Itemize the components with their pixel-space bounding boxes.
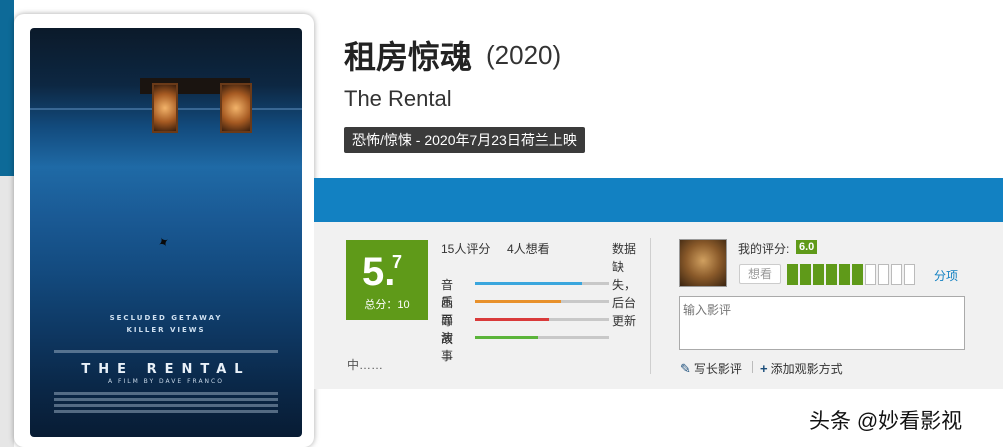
movie-poster[interactable]: ✦ SECLUDED GETAWAY KILLER VIEWS THE RENT… [30,28,302,437]
poster-house-window-right [220,83,252,133]
data-note-line-2: 缺 [612,260,625,274]
score-integer: 5. [362,250,396,294]
action-separator [752,361,753,373]
poster-credit: A FILM BY DAVE FRANCO [108,378,224,385]
summary-text: 中…… [347,358,384,372]
nav-images[interactable]: 4 张图片 [433,0,485,44]
add-viewing-method-link[interactable]: + 添加观影方式 [760,360,843,377]
bar-fill-story [475,336,538,339]
my-score-label: 我的评分: [738,242,790,256]
score-total-label: 总分：10 [364,299,410,311]
poster-billing-block-4 [54,410,278,413]
user-avatar[interactable] [679,239,727,287]
bar-label-story: 故事 [441,332,454,363]
poster-title: THE RENTAL [81,362,251,377]
movie-title-en: The Rental [344,86,452,111]
data-note-line-4: 后台 [612,296,637,310]
write-review-link[interactable]: ✎ 写长影评 [680,360,742,377]
poster-tagline-1: SECLUDED GETAWAY [109,314,223,322]
nav-cast-count: 35 [512,12,533,32]
poster-diver-figure: ✦ [154,232,173,252]
nav-news[interactable]: 3 条新闻 [695,0,747,44]
nav-more-label: 更多 [775,14,802,29]
review-input[interactable] [679,296,965,350]
score-star-8[interactable] [878,264,889,285]
score-star-4[interactable] [826,264,837,285]
nav-videos[interactable]: 1 个视频 [355,0,407,44]
want-count: 4人想看 [507,242,550,256]
score-decimal: 7 [392,252,403,272]
nav-cast[interactable]: 35 位演职员 [512,0,587,44]
poster-card[interactable]: ✦ SECLUDED GETAWAY KILLER VIEWS THE RENT… [14,14,314,447]
data-note-line-1: 数据 [612,242,637,256]
score-star-3[interactable] [813,264,824,285]
nav-cast-label: 位演职员 [535,16,588,31]
plus-icon: + [760,361,768,376]
nav-videos-count: 1 [355,12,366,32]
poster-billing-block-3 [54,404,278,407]
poster-billing-block-2 [54,398,278,401]
poster-billing-block-1 [54,392,278,395]
bar-fill-visuals [475,300,561,303]
score-star-10[interactable] [904,264,915,285]
bar-fill-music [475,282,583,285]
nav-reviews-count: 4 [616,12,627,32]
nav-reviews[interactable]: 4 条影评 [616,0,668,44]
data-note-line-3: 失， [612,278,637,292]
nav-more-dropdown[interactable]: 更多 [775,0,814,44]
write-review-label: 写长影评 [693,362,742,376]
score-star-6[interactable] [852,264,863,285]
bar-track-music [475,282,609,285]
nav-reviews-label: 条影评 [629,16,669,31]
pencil-icon: ✎ [680,361,691,376]
score-star-2[interactable] [800,264,811,285]
detailed-score-link[interactable]: 分项 [934,267,958,284]
add-viewing-method-label: 添加观影方式 [770,362,843,376]
score-star-picker[interactable] [787,264,915,285]
nav-images-label: 张图片 [446,16,486,31]
poster-cast-billing [54,350,278,353]
genre-release-tag: 恐怖/惊悚 - 2020年7月23日荷兰上映 [344,127,585,153]
poster-house-window-left [152,83,178,133]
score-star-7[interactable] [865,264,876,285]
score-box: 5. 7 总分：10 [346,240,428,320]
movie-nav-bar [314,178,1003,222]
panel-divider [650,238,651,374]
nav-news-label: 条新闻 [708,16,748,31]
watermark: 头条 @妙看影视 [809,410,963,433]
score-star-1[interactable] [787,264,798,285]
want-to-watch-button[interactable]: 想看 [739,264,781,284]
nav-images-count: 4 [433,12,444,32]
nav-videos-label: 个视频 [368,16,408,31]
poster-tagline-2: KILLER VIEWS [126,326,206,334]
left-grey-strip [0,176,14,447]
bar-track-story [475,336,609,339]
nav-news-count: 3 [695,12,706,32]
left-accent-strip [0,0,14,176]
raters-count: 15人评分 [441,242,491,256]
bar-track-director [475,318,609,321]
score-star-9[interactable] [891,264,902,285]
my-score-badge: 6.0 [796,240,818,254]
bar-track-visuals [475,300,609,303]
bar-fill-director [475,318,549,321]
data-note-line-5: 更新 [612,314,637,328]
movie-year: (2020) [486,40,562,70]
chevron-down-icon [805,20,814,26]
score-star-5[interactable] [839,264,850,285]
